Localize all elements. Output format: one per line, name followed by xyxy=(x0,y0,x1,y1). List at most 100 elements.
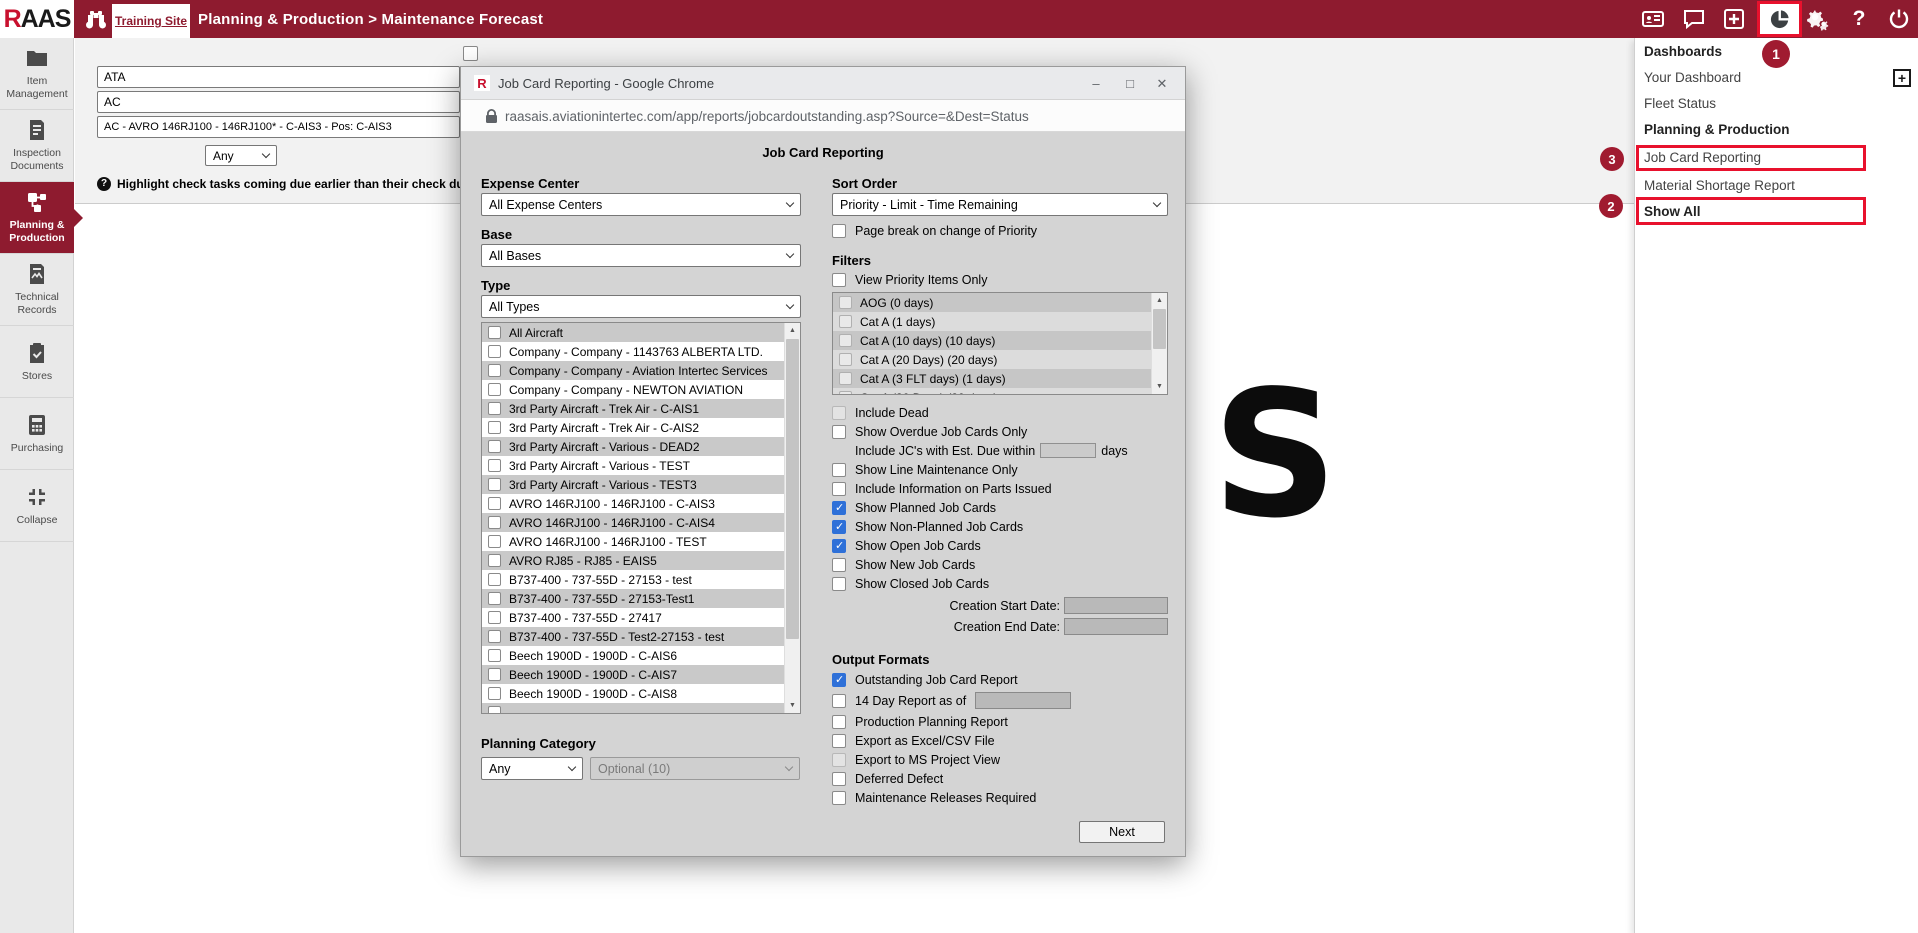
minimize-button[interactable]: – xyxy=(1079,67,1113,100)
help-circle-icon[interactable]: ? xyxy=(97,177,111,191)
menu-item-fleet-status[interactable]: Fleet Status xyxy=(1644,96,1716,111)
search-input-3[interactable]: AC - AVRO 146RJ100 - 146RJ100* - C-AIS3 … xyxy=(97,116,460,138)
filter-checkbox[interactable] xyxy=(832,501,846,515)
output-format-checkbox[interactable] xyxy=(832,694,846,708)
aircraft-row[interactable]: B737-400 - 737-55D - Test2-27153 - test xyxy=(482,627,784,646)
scroll-up-icon[interactable]: ▲ xyxy=(1152,293,1167,308)
view-priority-row[interactable]: View Priority Items Only xyxy=(832,270,1168,289)
priority-list[interactable]: AOG (0 days) Cat A (1 days) Cat A (10 da… xyxy=(832,292,1168,395)
output-format-row[interactable]: Export as Excel/CSV File xyxy=(832,731,1168,750)
filter-row[interactable]: Show Closed Job Cards xyxy=(832,574,1168,593)
search-input-2[interactable]: AC xyxy=(97,91,460,113)
popup-url-bar[interactable]: raasais.aviationintertec.com/app/reports… xyxy=(461,100,1185,132)
priority-row[interactable]: Cat A (10 days) (10 days) xyxy=(833,331,1151,350)
popup-title-bar[interactable]: R Job Card Reporting - Google Chrome – □… xyxy=(461,67,1185,100)
sort-order-select[interactable]: Priority - Limit - Time Remaining xyxy=(832,193,1168,216)
sidebar-item-stores[interactable]: Stores xyxy=(0,326,74,398)
aircraft-checkbox[interactable] xyxy=(488,421,501,434)
sidebar-item-collapse[interactable]: Collapse xyxy=(0,470,74,542)
aircraft-row[interactable]: B737-400 - 737-55D - 27417 xyxy=(482,608,784,627)
output-format-checkbox[interactable] xyxy=(832,673,846,687)
scroll-down-icon[interactable]: ▼ xyxy=(1152,379,1167,394)
menu-item-job-card-reporting[interactable]: Job Card Reporting xyxy=(1644,150,1761,165)
aircraft-row[interactable]: 3rd Party Aircraft - Various - DEAD2 xyxy=(482,437,784,456)
sidebar-item-planning-production[interactable]: Planning & Production xyxy=(0,182,74,254)
add-widget-icon[interactable] xyxy=(1722,7,1746,31)
aircraft-row[interactable]: 3rd Party Aircraft - Trek Air - C-AIS2 xyxy=(482,418,784,437)
aircraft-row[interactable]: Company - Company - Aviation Intertec Se… xyxy=(482,361,784,380)
aircraft-row[interactable]: Company - Company - 1143763 ALBERTA LTD. xyxy=(482,342,784,361)
report-date-input[interactable] xyxy=(975,692,1071,709)
aircraft-checkbox[interactable] xyxy=(488,706,501,714)
menu-item-show-all[interactable]: Show All xyxy=(1644,204,1701,219)
aircraft-checkbox[interactable] xyxy=(488,497,501,510)
priority-row[interactable]: Cat A (30 Days) (30 days) xyxy=(833,388,1151,395)
priority-checkbox[interactable] xyxy=(839,353,852,366)
filter-checkbox[interactable] xyxy=(832,577,846,591)
filter-checkbox[interactable] xyxy=(832,558,846,572)
aircraft-row[interactable] xyxy=(482,703,784,714)
scrollbar-thumb[interactable] xyxy=(786,339,799,639)
menu-item-material-shortage-report[interactable]: Material Shortage Report xyxy=(1644,178,1795,193)
badge-icon[interactable] xyxy=(1641,7,1665,31)
priority-list-scrollbar[interactable]: ▲ ▼ xyxy=(1151,293,1167,394)
priority-row[interactable]: Cat A (1 days) xyxy=(833,312,1151,331)
output-format-row[interactable]: Deferred Defect xyxy=(832,769,1168,788)
planning-cat-select[interactable]: Any xyxy=(205,145,277,166)
aircraft-row[interactable]: AVRO 146RJ100 - 146RJ100 - C-AIS3 xyxy=(482,494,784,513)
output-format-checkbox[interactable] xyxy=(832,734,846,748)
binoculars-search-icon[interactable] xyxy=(84,7,108,31)
aircraft-checkbox[interactable] xyxy=(488,554,501,567)
aircraft-row[interactable]: All Aircraft xyxy=(482,323,784,342)
aircraft-checkbox[interactable] xyxy=(488,592,501,605)
creation-end-input[interactable] xyxy=(1064,618,1168,635)
output-format-row[interactable]: Outstanding Job Card Report xyxy=(832,670,1168,689)
aircraft-checkbox[interactable] xyxy=(488,364,501,377)
base-select[interactable]: All Bases xyxy=(481,244,801,267)
filter-checkbox[interactable] xyxy=(832,539,846,553)
dashboards-pie-icon-active[interactable] xyxy=(1757,1,1802,37)
est-due-days-input[interactable] xyxy=(1040,443,1096,458)
priority-checkbox[interactable] xyxy=(839,334,852,347)
aircraft-row[interactable]: AVRO 146RJ100 - 146RJ100 - TEST xyxy=(482,532,784,551)
chat-icon[interactable] xyxy=(1682,7,1706,31)
priority-row[interactable]: Cat A (20 Days) (20 days) xyxy=(833,350,1151,369)
aircraft-row[interactable]: Beech 1900D - 1900D - C-AIS6 xyxy=(482,646,784,665)
filter-checkbox[interactable] xyxy=(832,425,846,439)
add-dashboard-icon[interactable]: + xyxy=(1893,69,1911,87)
aircraft-multiselect-list[interactable]: All Aircraft Company - Company - 1143763… xyxy=(481,322,801,714)
filter-checkbox[interactable] xyxy=(832,463,846,477)
aircraft-row[interactable]: AVRO RJ85 - RJ85 - EAIS5 xyxy=(482,551,784,570)
aircraft-row[interactable]: 3rd Party Aircraft - Various - TEST xyxy=(482,456,784,475)
output-format-checkbox[interactable] xyxy=(832,772,846,786)
priority-checkbox[interactable] xyxy=(839,315,852,328)
planning-category-select[interactable]: Any xyxy=(481,757,583,780)
aircraft-checkbox[interactable] xyxy=(488,573,501,586)
aircraft-row[interactable]: 3rd Party Aircraft - Trek Air - C-AIS1 xyxy=(482,399,784,418)
page-break-checkbox[interactable] xyxy=(832,224,846,238)
sidebar-item-item-management[interactable]: Item Management xyxy=(0,38,74,110)
filter-row[interactable]: Show Non-Planned Job Cards xyxy=(832,517,1168,536)
filter-checkbox[interactable] xyxy=(832,520,846,534)
aircraft-list-scrollbar[interactable]: ▲ ▼ xyxy=(784,323,800,713)
sidebar-item-purchasing[interactable]: Purchasing xyxy=(0,398,74,470)
planning-category-optional-select[interactable]: Optional (10) xyxy=(590,757,800,780)
settings-gears-icon[interactable] xyxy=(1806,7,1830,31)
help-icon[interactable]: ? xyxy=(1847,7,1871,31)
aircraft-checkbox[interactable] xyxy=(488,459,501,472)
aircraft-checkbox[interactable] xyxy=(488,326,501,339)
next-button[interactable]: Next xyxy=(1079,821,1165,843)
filter-checkbox[interactable] xyxy=(832,482,846,496)
creation-start-input[interactable] xyxy=(1064,597,1168,614)
power-icon[interactable] xyxy=(1887,7,1911,31)
aircraft-checkbox[interactable] xyxy=(488,402,501,415)
priority-row[interactable]: AOG (0 days) xyxy=(833,293,1151,312)
menu-item-your-dashboard[interactable]: Your Dashboard xyxy=(1644,70,1741,85)
search-input-1[interactable]: ATA xyxy=(97,66,460,88)
aircraft-checkbox[interactable] xyxy=(488,687,501,700)
scroll-up-icon[interactable]: ▲ xyxy=(785,323,800,338)
filter-row[interactable]: Include Dead xyxy=(832,403,1168,422)
filter-row[interactable]: Show Planned Job Cards xyxy=(832,498,1168,517)
aircraft-row[interactable]: Beech 1900D - 1900D - C-AIS7 xyxy=(482,665,784,684)
page-break-row[interactable]: Page break on change of Priority xyxy=(832,221,1168,240)
